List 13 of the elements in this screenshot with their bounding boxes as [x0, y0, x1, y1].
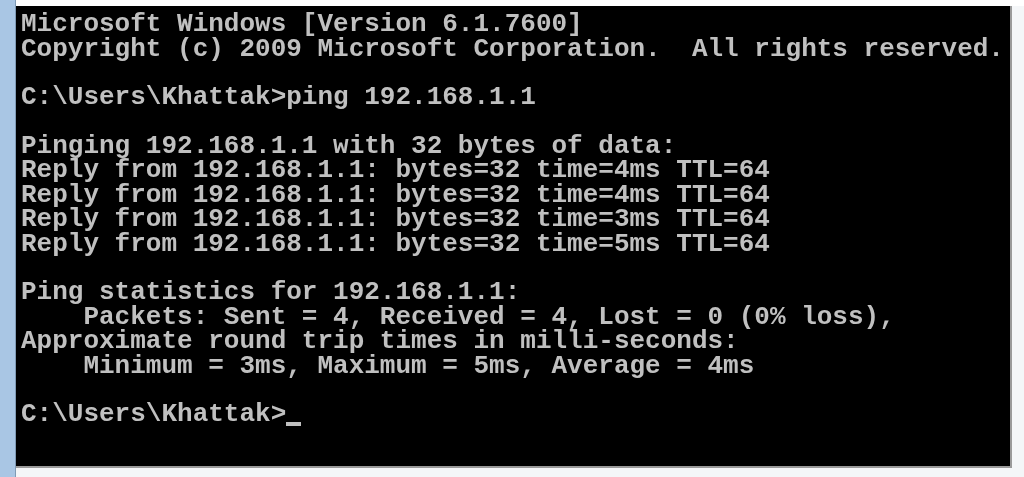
- console-line: Approximate round trip times in milli-seconds:: [21, 329, 739, 354]
- console-line: C:\Users\Khattak>ping 192.168.1.1: [21, 85, 536, 110]
- console-line: Reply from 192.168.1.1: bytes=32 time=4ms TTL=64: [21, 158, 770, 183]
- console-line: Pinging 192.168.1.1 with 32 bytes of data:: [21, 133, 677, 158]
- console-line: C:\Users\Khattak>: [21, 402, 287, 427]
- console-line: Packets: Sent = 4, Received = 4, Lost = 0 (0% loss),: [83, 304, 895, 329]
- console-line: Reply from 192.168.1.1: bytes=32 time=5ms TTL=64: [21, 231, 770, 256]
- console-line: Copyright (c) 2009 Microsoft Corporation. All rights reserved.: [21, 36, 1004, 61]
- console-line: Ping statistics for 192.168.1.1:: [21, 280, 521, 305]
- console-line: Microsoft Windows [Version 6.1.7600]: [21, 12, 583, 37]
- console-line: Reply from 192.168.1.1: bytes=32 time=3ms TTL=64: [21, 207, 770, 232]
- console-line: Minimum = 3ms, Maximum = 5ms, Average = 4ms: [83, 353, 755, 378]
- console-line: Reply from 192.168.1.1: bytes=32 time=4ms TTL=64: [21, 182, 770, 207]
